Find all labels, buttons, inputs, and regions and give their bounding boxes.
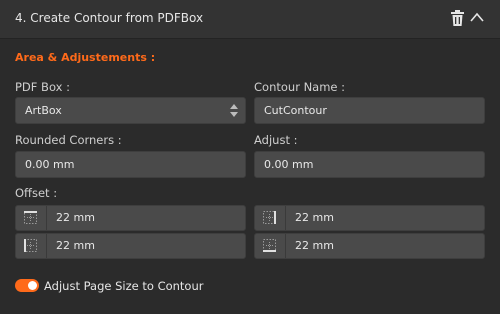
offset-left-icon-cell — [16, 234, 47, 258]
toggle-knob — [28, 281, 37, 290]
pdf-box-value: ArtBox — [25, 104, 62, 117]
offset-label: Offset : — [15, 186, 58, 200]
offset-right-icon — [263, 211, 276, 224]
create-contour-panel: 4. Create Contour from PDFBox Area & Adj… — [0, 0, 500, 314]
rounded-corners-value: 0.00 mm — [25, 158, 75, 171]
rounded-corners-label: Rounded Corners : — [15, 133, 122, 147]
section-title: Area & Adjustements : — [15, 51, 156, 64]
select-arrows-icon — [230, 104, 238, 117]
offset-top-input[interactable]: 22 mm — [15, 205, 246, 231]
pdf-box-select[interactable]: ArtBox — [15, 97, 246, 124]
trash-icon[interactable] — [451, 10, 464, 26]
offset-top-value: 22 mm — [56, 211, 95, 224]
panel-header[interactable]: 4. Create Contour from PDFBox — [0, 0, 500, 39]
offset-top-icon-cell — [16, 206, 47, 230]
adjust-label: Adjust : — [254, 133, 298, 147]
offset-left-icon — [24, 239, 37, 252]
offset-right-value: 22 mm — [295, 211, 334, 224]
pdf-box-label: PDF Box : — [15, 80, 70, 94]
offset-right-icon-cell — [255, 206, 286, 230]
adjust-page-size-label[interactable]: Adjust Page Size to Contour — [44, 279, 203, 293]
offset-left-value: 22 mm — [56, 239, 95, 252]
contour-name-value: CutContour — [264, 104, 327, 117]
offset-top-icon — [24, 211, 37, 224]
offset-bottom-icon — [263, 239, 276, 252]
offset-bottom-input[interactable]: 22 mm — [254, 233, 485, 259]
offset-bottom-value: 22 mm — [295, 239, 334, 252]
contour-name-label: Contour Name : — [254, 80, 346, 94]
adjust-input[interactable]: 0.00 mm — [254, 151, 485, 178]
panel-title: 4. Create Contour from PDFBox — [15, 11, 204, 25]
offset-left-input[interactable]: 22 mm — [15, 233, 246, 259]
contour-name-input[interactable]: CutContour — [254, 97, 485, 124]
adjust-value: 0.00 mm — [264, 158, 314, 171]
chevron-up-icon[interactable] — [470, 12, 484, 22]
adjust-page-size-toggle[interactable] — [15, 279, 39, 292]
offset-bottom-icon-cell — [255, 234, 286, 258]
rounded-corners-input[interactable]: 0.00 mm — [15, 151, 246, 178]
offset-right-input[interactable]: 22 mm — [254, 205, 485, 231]
